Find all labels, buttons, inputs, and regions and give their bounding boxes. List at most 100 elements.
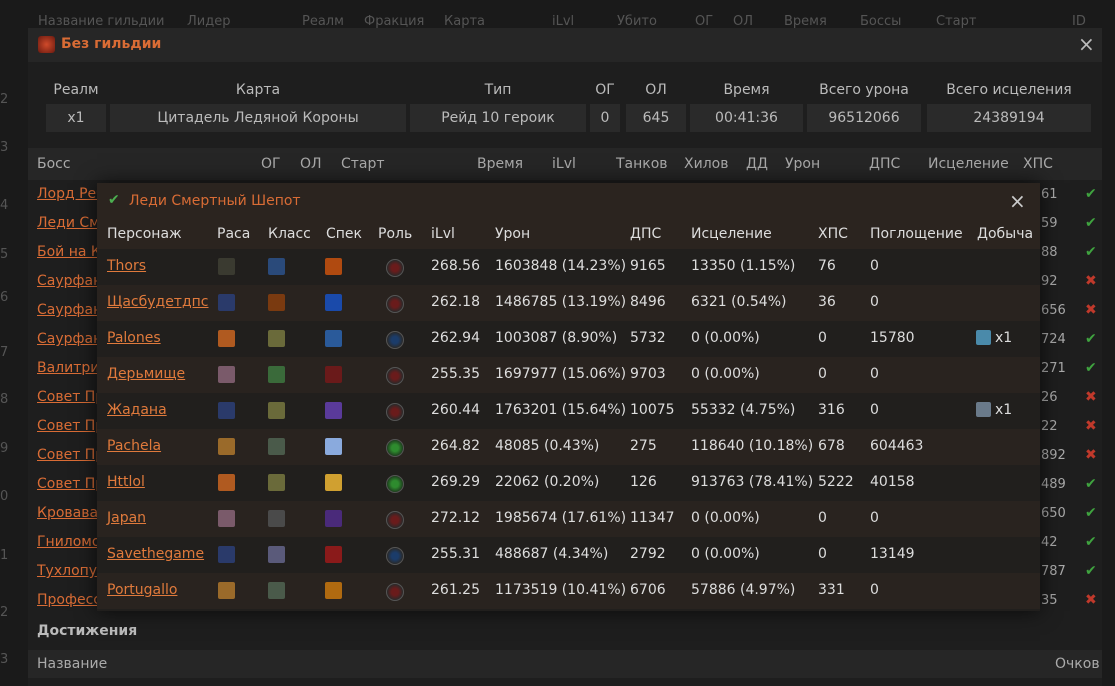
boss-header-col: Хилов [684, 156, 729, 172]
boss-link[interactable]: Совет Пр [37, 447, 97, 463]
player-name-link[interactable]: Жадана [107, 402, 167, 418]
player-name-link[interactable]: Japan [107, 510, 146, 526]
player-ilvl: 264.82 [431, 438, 480, 454]
boss-link[interactable]: Совет Пр [37, 476, 97, 492]
player-name-link[interactable]: Дерьмище [107, 366, 185, 382]
players-header-col: Исцеление [691, 226, 772, 242]
summary-header: Реалм [53, 82, 99, 98]
player-dmg: 1603848 (14.23%) [495, 258, 627, 274]
player-name-link[interactable]: Portugallo [107, 582, 177, 598]
player-dmg: 1486785 (13.19%) [495, 294, 627, 310]
check-icon: ✔ [1085, 215, 1097, 231]
background-value: 724 [1041, 332, 1066, 347]
players-header-col: Роль [378, 226, 413, 242]
boss-modal-close-icon[interactable]: × [1009, 189, 1026, 213]
summary-header: Тип [484, 82, 512, 98]
player-row: Japan 272.12 1985674 (17.61%) 11347 0 (0.00%… [97, 501, 1040, 537]
background-value: 271 [1041, 361, 1066, 376]
tank-role-icon [386, 331, 404, 349]
cross-icon: ✖ [1085, 592, 1097, 608]
player-name-link[interactable]: Httlol [107, 474, 145, 490]
guild-modal-close-icon[interactable]: × [1078, 32, 1095, 56]
player-name-link[interactable]: Palones [107, 330, 161, 346]
background-table-header: Название гильдии Лидер Реалм Фракция Карта iL… [0, 0, 1115, 30]
guild-emblem-icon [38, 36, 55, 53]
player-row: Thors 268.56 1603848 (14.23%) 9165 13350 (1.… [97, 249, 1040, 285]
bg-header-col: Старт [936, 14, 977, 29]
boss-link[interactable]: Гниломо [37, 534, 97, 550]
player-name-link[interactable]: Thors [107, 258, 146, 274]
check-icon: ✔ [1085, 505, 1097, 521]
player-name-link[interactable]: Щасбудетдпс [107, 294, 209, 310]
player-heal: 0 (0.00%) [691, 546, 760, 562]
cross-icon: ✖ [1085, 389, 1097, 405]
boss-link[interactable]: Бой на К [37, 244, 97, 260]
summary-header: ОГ [595, 82, 615, 98]
bg-header-col: ОГ [695, 14, 714, 29]
players-header-col: ХПС [818, 226, 848, 242]
background-value: 59 [1041, 216, 1058, 231]
boss-link[interactable]: Професс [37, 592, 97, 608]
bg-header-col: ID [1072, 14, 1086, 29]
check-icon: ✔ [1085, 244, 1097, 260]
loot-item-icon[interactable] [976, 402, 991, 417]
players-header-col: iLvl [431, 226, 455, 242]
player-heal: 57886 (4.97%) [691, 582, 796, 598]
bg-header-col: Время [784, 14, 827, 29]
boss-link[interactable]: Леди См [37, 215, 97, 231]
players-header-col: ДПС [630, 226, 662, 242]
player-dmg: 1697977 (15.06%) [495, 366, 627, 382]
guild-modal-titlebar: Без гильдии × [28, 28, 1102, 62]
players-table-header: Персонаж Раса Класс Спек Роль iLvl Урон ДПС Исце… [97, 219, 1040, 249]
player-name-link[interactable]: Savethegame [107, 546, 204, 562]
background-value: 656 [1041, 303, 1066, 318]
boss-link[interactable]: Лорд Ребр [37, 186, 97, 202]
boss-link[interactable]: Саурфан [37, 273, 97, 289]
summary-value: 0 [590, 104, 620, 132]
race-icon [218, 258, 235, 275]
bg-header-col: Боссы [860, 14, 902, 29]
player-dps: 126 [630, 474, 657, 490]
player-heal: 0 (0.00%) [691, 330, 760, 346]
player-hps: 678 [818, 438, 845, 454]
bg-row-number: 7 [0, 345, 9, 360]
player-heal: 13350 (1.15%) [691, 258, 796, 274]
boss-header-col: ХПС [1023, 156, 1053, 172]
boss-link[interactable]: Саурфан [37, 331, 97, 347]
spec-icon [325, 258, 342, 275]
background-value: 61 [1041, 187, 1058, 202]
race-icon [218, 294, 235, 311]
player-hps: 0 [818, 366, 827, 382]
cross-icon: ✖ [1085, 273, 1097, 289]
player-absorb: 40158 [870, 474, 915, 490]
boss-link[interactable]: Совет Пр [37, 418, 97, 434]
player-hps: 0 [818, 510, 827, 526]
loot-item-icon[interactable] [976, 330, 991, 345]
summary-header: Всего урона [819, 82, 909, 98]
boss-link[interactable]: Валитри [37, 360, 97, 376]
boss-link[interactable]: Тухлопуз [37, 563, 97, 579]
bg-row-number: 1 [0, 548, 9, 563]
summary-value: 645 [626, 104, 686, 132]
player-hps: 76 [818, 258, 836, 274]
spec-icon [325, 474, 342, 491]
boss-link[interactable]: Совет Пр [37, 389, 97, 405]
player-hps: 0 [818, 330, 827, 346]
achievements-title: Достижения [37, 623, 138, 639]
boss-link[interactable]: Кровава [37, 505, 97, 521]
player-name-link[interactable]: Pachela [107, 438, 161, 454]
summary-header: Всего исцеления [946, 82, 1072, 98]
players-header-col: Класс [268, 226, 311, 242]
race-icon [218, 582, 235, 599]
background-value: 88 [1041, 245, 1058, 260]
heal-role-icon [386, 475, 404, 493]
player-absorb: 604463 [870, 438, 924, 454]
player-absorb: 0 [870, 582, 879, 598]
background-value: 35 [1041, 593, 1058, 608]
boss-header-col: ДД [746, 156, 768, 172]
summary-value: Цитадель Ледяной Короны [110, 104, 406, 132]
player-dps: 5732 [630, 330, 666, 346]
bg-header-col: ОЛ [733, 14, 754, 29]
bg-row-number: 4 [0, 198, 9, 213]
boss-link[interactable]: Саурфан [37, 302, 97, 318]
